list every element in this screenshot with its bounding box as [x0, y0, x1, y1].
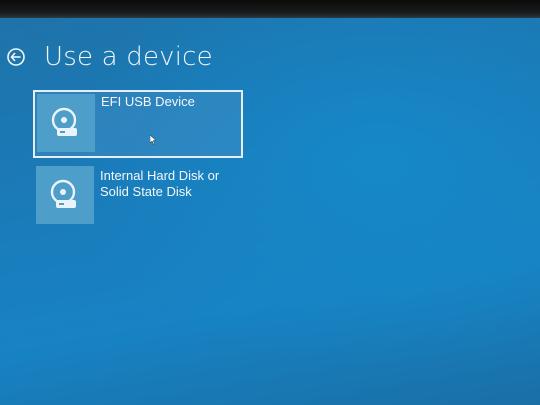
page-title: Use a device [44, 42, 213, 72]
device-icon-box [36, 166, 94, 224]
device-label-line: Internal Hard Disk or [100, 168, 220, 183]
recovery-screen: Use a device EFI USB Device Internal Har… [0, 18, 540, 405]
page-header: Use a device [6, 42, 213, 72]
device-icon-box [37, 94, 95, 152]
device-label-line: Solid State Disk [100, 184, 192, 199]
back-arrow-circle-icon [7, 48, 25, 66]
disk-drive-icon [50, 179, 76, 208]
monitor-bezel [0, 0, 540, 18]
mouse-pointer-icon [150, 135, 157, 145]
disk-drive-icon [51, 107, 77, 136]
device-label-efi-usb: EFI USB Device [101, 94, 195, 110]
device-label-internal-disk: Internal Hard Disk or Solid State Disk [100, 168, 219, 200]
device-tile-efi-usb[interactable]: EFI USB Device [33, 90, 243, 158]
back-button[interactable] [6, 47, 26, 67]
device-tile-internal-disk[interactable]: Internal Hard Disk or Solid State Disk [36, 166, 236, 226]
device-label-line: EFI USB Device [101, 94, 195, 109]
